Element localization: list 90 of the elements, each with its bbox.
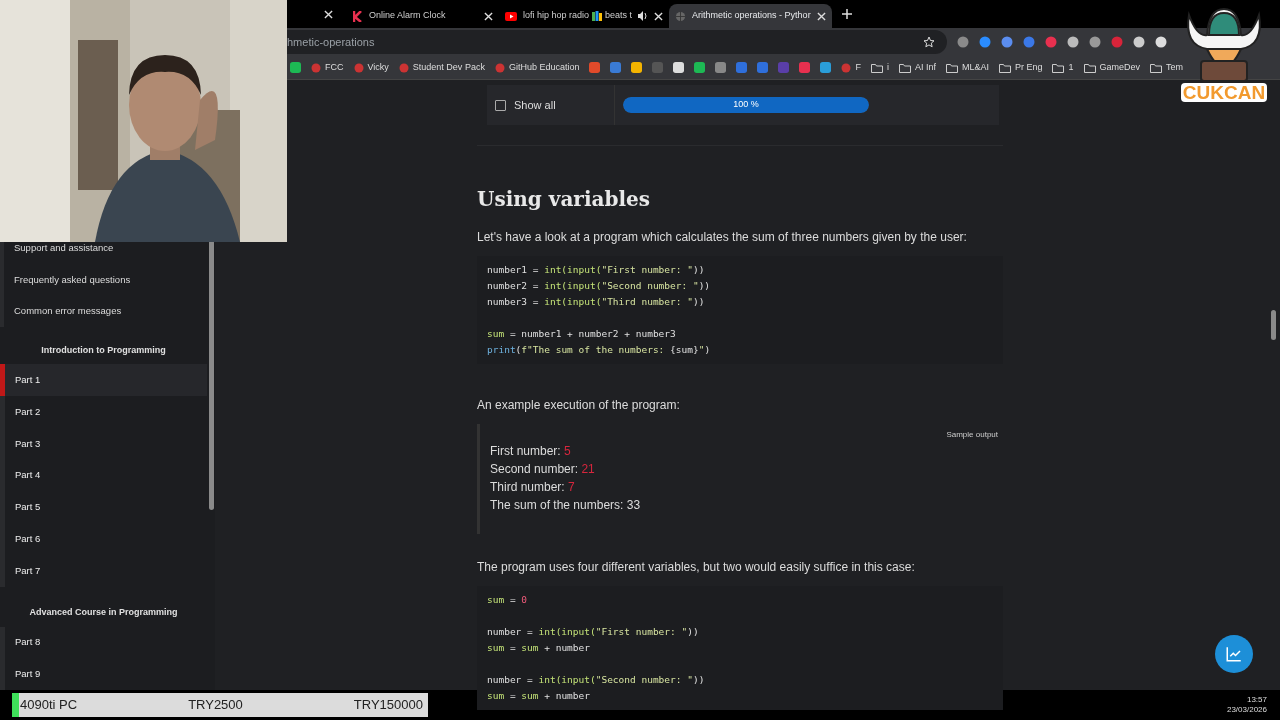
- scrollbar-thumb[interactable]: [1271, 310, 1276, 340]
- sidebar-link[interactable]: Frequently asked questions: [14, 272, 131, 287]
- code-line: number = int(input("Second number: ")): [487, 673, 705, 687]
- sidebar-item[interactable]: Part 1: [0, 364, 207, 396]
- close-icon[interactable]: [484, 11, 493, 21]
- browser-tab[interactable]: Arithmetic operations - Pythor: [669, 4, 832, 28]
- clock-time: 13:57: [1246, 695, 1267, 705]
- globe-icon: [675, 10, 687, 22]
- extension-icon[interactable]: [1067, 36, 1079, 48]
- site-icon: [841, 62, 852, 73]
- extension-icon[interactable]: [1089, 36, 1101, 48]
- tab-title: lofi hip hop radio: [523, 9, 590, 23]
- code-line: number1 = int(input("First number: ")): [487, 263, 705, 277]
- sidebar-link[interactable]: Support and assistance: [14, 240, 114, 255]
- clock-date: 23/03/2026: [1226, 705, 1267, 715]
- code-line: sum = 0: [487, 593, 528, 607]
- play-icon: [505, 11, 517, 21]
- folder-icon: [898, 62, 911, 73]
- goal-target: TRY150000: [353, 696, 423, 715]
- bookmark-icon[interactable]: [673, 62, 685, 73]
- code-line: number2 = int(input("Second number: ")): [487, 279, 711, 293]
- output-line: Second number: 21: [490, 461, 596, 478]
- output-line: The sum of the numbers: 33: [490, 497, 642, 514]
- section-heading: Using variables: [477, 186, 652, 213]
- bookmark[interactable]: F: [841, 60, 861, 75]
- paragraph: Let's have a look at a program which calculates the sum of three numbers given by the user:: [477, 229, 968, 246]
- site-icon: [494, 62, 505, 73]
- bookmark[interactable]: GameDev: [1083, 60, 1140, 75]
- output-line: Third number: 7: [490, 479, 576, 496]
- tab-title: Arithmetic operations - Pythor: [692, 9, 811, 23]
- bookmark[interactable]: GitHub Education: [494, 60, 580, 75]
- section-heading: Introduction to Programming: [41, 343, 166, 357]
- bookmark[interactable]: AI Inf: [898, 60, 936, 75]
- site-icon: [398, 62, 409, 73]
- folder-icon: [1083, 62, 1096, 73]
- address-text: hmetic-operations: [287, 34, 375, 50]
- bookmark-icon[interactable]: [290, 62, 301, 73]
- close-icon[interactable]: [816, 11, 826, 21]
- folder-icon: [1150, 62, 1162, 73]
- code-line: number3 = int(input("Third number: ")): [487, 295, 705, 309]
- site-icon: [311, 62, 321, 73]
- bookmark[interactable]: 1: [1052, 60, 1074, 75]
- folder-icon: [1052, 62, 1065, 73]
- paragraph: An example execution of the program:: [477, 397, 681, 414]
- folder-icon: [998, 62, 1011, 73]
- chart-line-icon: [1225, 645, 1243, 663]
- bookmark[interactable]: Pr Eng: [998, 60, 1043, 75]
- bookmark-icon[interactable]: [631, 62, 643, 73]
- code-line: number = int(input("First number: ")): [487, 625, 699, 639]
- goal-name: 4090ti PC: [20, 696, 78, 715]
- extension-icon[interactable]: [1155, 36, 1167, 48]
- progress-label: 100 %: [732, 98, 760, 112]
- paragraph: The program uses four different variables, but two would easily suffice in this case:: [477, 559, 916, 576]
- extension-icon[interactable]: [979, 36, 991, 48]
- output-label: Sample output: [946, 429, 998, 441]
- extension-icon[interactable]: [1133, 36, 1145, 48]
- bookmark[interactable]: Student Dev Pack: [398, 60, 485, 75]
- new-tab-icon[interactable]: [841, 9, 852, 19]
- bookmark-icon[interactable]: [694, 62, 706, 73]
- books-icon: [592, 11, 603, 21]
- speaker-icon[interactable]: [638, 11, 649, 21]
- code-line: sum = sum + number: [487, 689, 590, 703]
- extension-icon[interactable]: [1001, 36, 1013, 48]
- address-field[interactable]: hmetic-operations: [287, 30, 947, 54]
- section-heading: Advanced Course in Programming: [29, 605, 178, 619]
- logo-text: CUKCAN: [1180, 83, 1268, 102]
- bookmark[interactable]: Vicky: [353, 60, 389, 75]
- tab-title: beats t: [605, 9, 633, 23]
- bookmark[interactable]: i: [870, 60, 889, 75]
- code-line: print(f"The sum of the numbers: {sum}"): [487, 343, 711, 357]
- code-line: sum = number1 + number2 + number3: [487, 327, 676, 341]
- close-icon[interactable]: [654, 11, 664, 21]
- bookmark[interactable]: Tem: [1150, 60, 1184, 75]
- bookmark-icon[interactable]: [820, 62, 832, 73]
- stats-button[interactable]: [1215, 635, 1253, 673]
- bookmark[interactable]: ML&AI: [945, 60, 989, 75]
- folder-icon: [945, 62, 958, 73]
- show-all-checkbox[interactable]: Show all: [487, 85, 615, 125]
- letter-k-icon: [353, 10, 363, 22]
- folder-icon: [870, 62, 883, 73]
- goal-current: TRY2500: [188, 696, 243, 715]
- close-icon[interactable]: [324, 9, 333, 19]
- sidebar-link[interactable]: Common error messages: [14, 304, 122, 319]
- star-icon[interactable]: [923, 36, 935, 48]
- scrollbar-thumb[interactable]: [208, 240, 214, 510]
- bookmark[interactable]: FCC: [311, 60, 344, 75]
- code-line: sum = sum + number: [487, 641, 590, 655]
- tab-title: Online Alarm Clock: [369, 9, 446, 23]
- site-icon: [353, 62, 364, 73]
- output-line: First number: 5: [490, 443, 572, 460]
